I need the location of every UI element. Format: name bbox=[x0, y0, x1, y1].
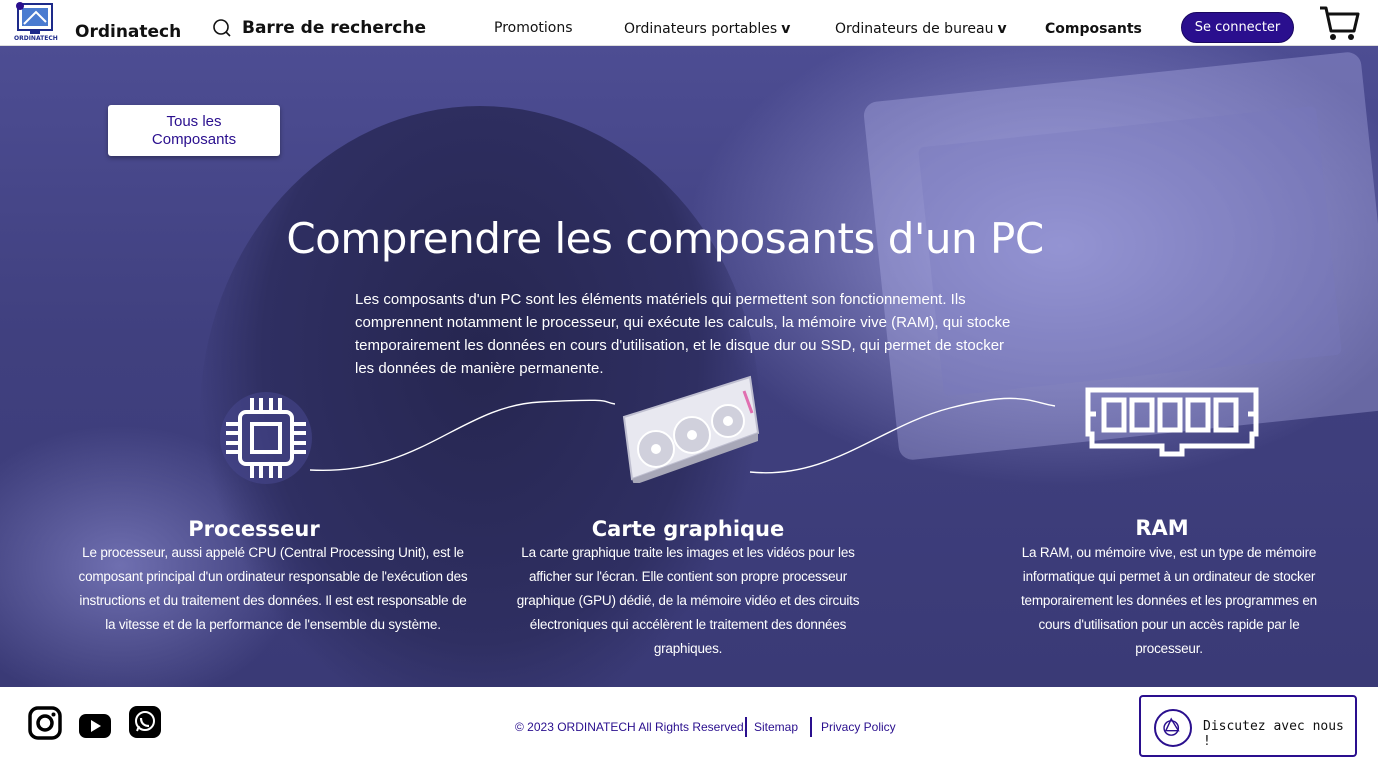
component-name-ram: RAM bbox=[1135, 516, 1189, 540]
chat-button[interactable]: Discutez avec nous ! bbox=[1139, 695, 1357, 757]
nav-laptops-label: Ordinateurs portables bbox=[624, 21, 778, 37]
nav-desktops-label: Ordinateurs de bureau bbox=[835, 21, 994, 37]
top-navbar: ORDINATECH Ordinatech Barre de recherche… bbox=[0, 0, 1378, 46]
instagram-icon[interactable] bbox=[28, 706, 62, 740]
cpu-icon bbox=[220, 392, 312, 484]
youtube-icon[interactable] bbox=[78, 709, 112, 743]
nav-laptops[interactable]: Ordinateurs portables v bbox=[624, 21, 790, 37]
hero-section: Tous les Composants Comprendre les compo… bbox=[0, 46, 1378, 687]
ram-icon bbox=[1085, 387, 1259, 457]
footer-divider bbox=[745, 717, 747, 737]
component-name-gpu: Carte graphique bbox=[591, 517, 785, 541]
search-icon bbox=[213, 19, 231, 37]
search-label: Barre de recherche bbox=[242, 18, 426, 38]
nav-desktops[interactable]: Ordinateurs de bureau v bbox=[835, 21, 1007, 37]
nav-components-label: Composants bbox=[1045, 21, 1142, 37]
component-desc-cpu: Le processeur, aussi appelé CPU (Central… bbox=[78, 545, 468, 632]
chat-icon bbox=[1154, 709, 1192, 747]
chevron-down-icon: v bbox=[997, 21, 1007, 37]
login-button[interactable]: Se connecter bbox=[1181, 12, 1294, 43]
whatsapp-icon[interactable] bbox=[128, 705, 162, 739]
copyright-text: © 2023 ORDINATECH All Rights Reserved. bbox=[515, 720, 748, 734]
component-desc-gpu: La carte graphique traite les images et … bbox=[516, 545, 860, 656]
chevron-down-icon: v bbox=[781, 21, 791, 37]
chat-label: Discutez avec nous ! bbox=[1203, 719, 1344, 749]
footer: © 2023 ORDINATECH All Rights Reserved. S… bbox=[0, 687, 1378, 765]
search-bar[interactable]: Barre de recherche bbox=[212, 18, 426, 38]
component-name-cpu: Processeur bbox=[188, 517, 320, 541]
nav-components[interactable]: Composants bbox=[1045, 21, 1142, 37]
privacy-policy-link[interactable]: Privacy Policy bbox=[821, 720, 896, 734]
graphics-card-icon bbox=[622, 375, 760, 483]
sitemap-link[interactable]: Sitemap bbox=[754, 720, 798, 734]
footer-divider bbox=[810, 717, 812, 737]
logo-text: ORDINATECH bbox=[14, 35, 58, 42]
nav-promotions[interactable]: Promotions bbox=[494, 20, 573, 36]
brand-name[interactable]: Ordinatech bbox=[75, 22, 181, 42]
cart-icon[interactable] bbox=[1318, 4, 1360, 42]
nav-promotions-label: Promotions bbox=[494, 20, 573, 36]
component-desc-ram: La RAM, ou mémoire vive, est un type de … bbox=[1020, 545, 1317, 656]
